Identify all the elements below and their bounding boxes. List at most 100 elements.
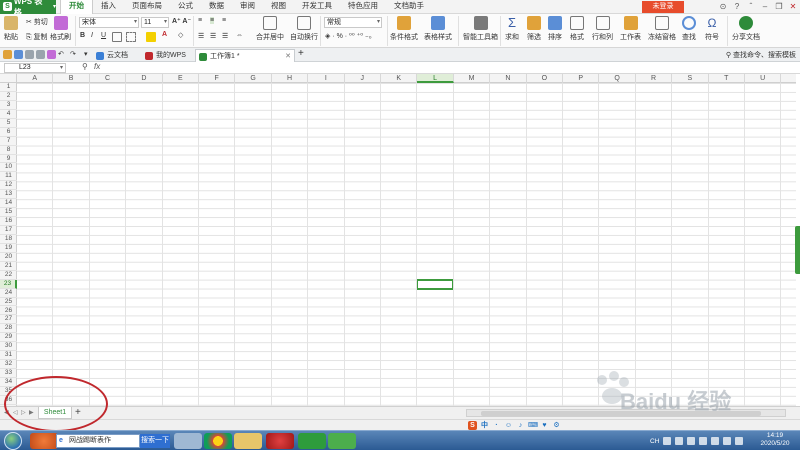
align-bottom-button[interactable]: ≡ — [222, 17, 226, 24]
row-header[interactable]: 27 — [0, 315, 17, 325]
cut-button[interactable]: ✂ 剪切 — [26, 17, 48, 27]
ime-tool-icon[interactable]: ♥ — [540, 421, 549, 430]
tray-app-icon[interactable] — [711, 437, 720, 445]
paste-button[interactable]: 粘贴 — [4, 16, 18, 42]
sort-button[interactable]: 排序 — [548, 16, 562, 42]
column-header[interactable]: P — [563, 74, 600, 83]
row-header[interactable]: 14 — [0, 199, 17, 209]
column-header[interactable]: F — [199, 74, 236, 83]
freeze-button[interactable]: 冻结窗格 — [648, 16, 676, 42]
column-header[interactable]: D — [126, 74, 163, 83]
column-header[interactable]: E — [163, 74, 199, 83]
border-icon[interactable] — [112, 32, 122, 42]
format-painter-button[interactable]: 格式刷 — [50, 16, 71, 42]
format-painter-quick-icon[interactable] — [47, 50, 56, 59]
row-header[interactable]: 5 — [0, 119, 17, 128]
column-header[interactable]: N — [490, 74, 527, 83]
column-header[interactable]: R — [636, 74, 673, 83]
ime-tool-icon[interactable]: · — [492, 421, 501, 430]
menu-tab[interactable]: 数据 — [201, 0, 232, 13]
align-center-button[interactable]: ☰ — [210, 32, 216, 40]
sum-button[interactable]: Σ 求和 — [505, 16, 519, 42]
share-button[interactable]: 分享文档 — [732, 16, 760, 42]
column-header[interactable]: L — [417, 74, 454, 83]
column-header[interactable]: G — [235, 74, 272, 83]
redo-icon[interactable]: ↷ — [70, 50, 76, 58]
row-header[interactable]: 7 — [0, 137, 17, 146]
chrome-icon[interactable] — [204, 433, 232, 449]
grow-font-button[interactable]: A⁺ A⁻ — [172, 17, 191, 25]
column-header[interactable]: O — [527, 74, 563, 83]
italic-button[interactable]: I — [91, 32, 93, 39]
ime-tool-icon[interactable]: 中 — [480, 421, 489, 430]
copy-button[interactable]: ⎘ 复制 — [26, 32, 48, 42]
tools-app-icon[interactable] — [174, 433, 202, 449]
table-style-button[interactable]: 表格样式 — [424, 16, 452, 42]
ime-tool-icon[interactable]: ☺ — [504, 421, 513, 430]
column-header[interactable]: K — [381, 74, 418, 83]
volume-icon[interactable] — [699, 437, 708, 445]
bold-button[interactable]: B — [80, 32, 85, 39]
menu-tab[interactable]: 公式 — [170, 0, 201, 13]
row-header[interactable]: 31 — [0, 351, 17, 361]
formula-input[interactable] — [108, 63, 796, 73]
active-cell[interactable] — [416, 278, 454, 290]
open-icon[interactable] — [3, 50, 12, 59]
restore-icon[interactable]: ❐ — [774, 2, 784, 12]
taskbar-search-button[interactable]: 搜索一下 — [140, 434, 170, 448]
column-header[interactable]: B — [53, 74, 90, 83]
smart-toolbox-button[interactable]: 智能工具箱 — [463, 16, 498, 42]
tray-app-icon[interactable] — [663, 437, 672, 445]
align-middle-button[interactable]: ≡ — [210, 17, 215, 24]
column-header[interactable]: S — [672, 74, 709, 83]
doc-tab-my-wps[interactable]: 我的WPS — [142, 49, 194, 62]
quick-menu-chevron-icon[interactable]: ▾ — [84, 50, 88, 58]
column-header[interactable]: T — [709, 74, 745, 83]
help-icon[interactable]: ? — [732, 2, 742, 12]
column-header[interactable]: C — [90, 74, 127, 83]
conditional-format-button[interactable]: 条件格式 — [390, 16, 418, 42]
find-button[interactable]: 查找 — [682, 16, 696, 42]
language-indicator[interactable]: CH — [650, 438, 659, 445]
row-header[interactable]: 11 — [0, 172, 17, 182]
tray-app-icon[interactable] — [723, 437, 732, 445]
align-top-button[interactable]: ≡ — [198, 17, 202, 24]
file-explorer-icon[interactable] — [234, 433, 262, 449]
row-header[interactable]: 10 — [0, 163, 17, 173]
row-header[interactable]: 23 — [0, 279, 17, 289]
zoom-icon[interactable]: ⚲ — [82, 62, 88, 71]
symbol-button[interactable]: Ω 符号 — [705, 16, 719, 42]
tray-app-icon[interactable] — [735, 437, 744, 445]
row-header[interactable]: 19 — [0, 244, 17, 253]
minimize-icon[interactable]: – — [760, 2, 770, 12]
minimize-ribbon-icon[interactable]: ˆ — [746, 2, 756, 12]
menu-tab[interactable]: 开发工具 — [294, 0, 340, 13]
row-header[interactable]: 30 — [0, 342, 17, 352]
login-button[interactable]: 未登录 — [642, 1, 684, 13]
media-app-icon[interactable] — [266, 433, 294, 449]
fill-color-icon[interactable] — [146, 32, 156, 42]
row-header[interactable]: 4 — [0, 110, 17, 119]
column-header[interactable]: Q — [599, 74, 636, 83]
distributed-align-button[interactable]: ⇔ — [236, 32, 243, 39]
skin-icon[interactable]: ⊙ — [718, 2, 728, 12]
row-header[interactable]: 3 — [0, 101, 17, 110]
save-icon[interactable] — [14, 50, 23, 59]
side-panel-handle[interactable] — [795, 226, 800, 274]
row-header[interactable]: 26 — [0, 307, 17, 316]
tray-app-icon[interactable] — [675, 437, 684, 445]
format-button[interactable]: 格式 — [570, 16, 584, 42]
menu-tab[interactable]: 插入 — [93, 0, 124, 13]
column-header[interactable]: H — [272, 74, 309, 83]
wps-sheet-taskbar-icon[interactable] — [298, 433, 326, 449]
column-header[interactable]: I — [308, 74, 345, 83]
row-col-button[interactable]: 行和列 — [592, 16, 613, 42]
align-right-button[interactable]: ☰ — [222, 32, 228, 40]
ime-tool-icon[interactable]: ♪ — [516, 421, 525, 430]
percent-button[interactable]: ◈ · % · ⁰⁰ ⁺⁰ ₋₀ — [325, 32, 372, 40]
close-icon[interactable]: ✕ — [788, 2, 798, 12]
ime-tool-icon[interactable]: ⌨ — [528, 421, 538, 430]
row-header[interactable]: 29 — [0, 333, 17, 343]
border-style-icon[interactable] — [126, 32, 136, 42]
filter-button[interactable]: 筛选 — [527, 16, 541, 42]
